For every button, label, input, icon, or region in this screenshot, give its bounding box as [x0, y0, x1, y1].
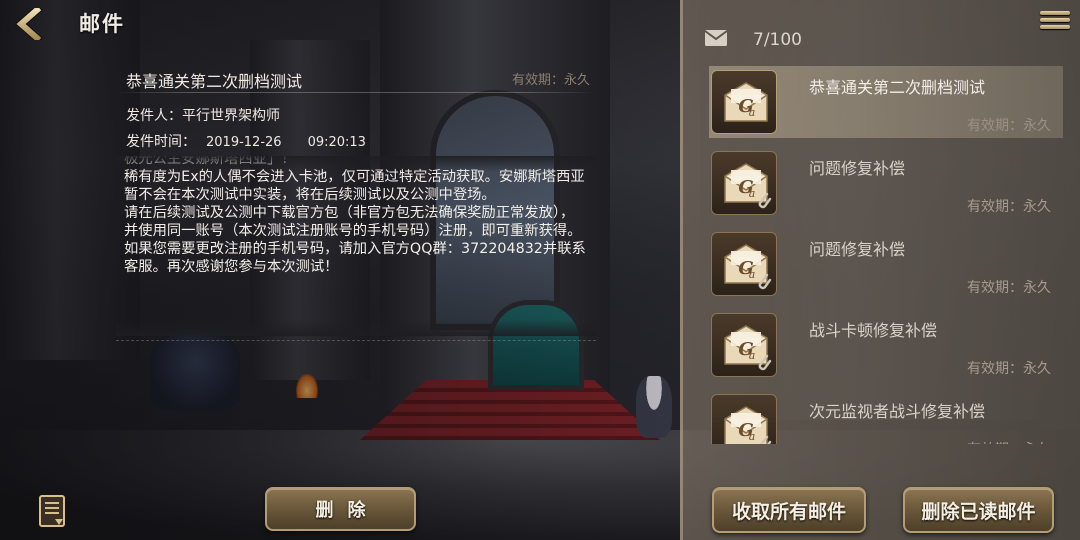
mail-list-item[interactable]: G a 问题修复补偿 有效期：永久 — [709, 228, 1063, 300]
mail-icon-frame: G a — [711, 313, 777, 377]
mail-list-item[interactable]: G a 恭喜通关第二次删档测试 有效期：永久 — [709, 66, 1063, 138]
menu-icon — [1040, 11, 1070, 29]
mail-subject: 恭喜通关第二次删档测试 — [126, 72, 303, 91]
delete-button[interactable]: 删除 — [265, 487, 416, 531]
divider — [116, 340, 596, 341]
sender-name: 平行世界架构师 — [182, 108, 280, 124]
mail-item-title: 战斗卡顿修复补偿 — [809, 321, 938, 340]
menu-button[interactable] — [1040, 8, 1070, 36]
mail-list[interactable]: G a 恭喜通关第二次删档测试 有效期：永久 G a 问题修复补偿 有效期：永久 — [709, 66, 1065, 444]
mail-item-title: 次元监视者战斗修复补偿 — [809, 402, 986, 421]
mail-item-title: 问题修复补偿 — [809, 159, 906, 178]
mail-list-item[interactable]: G a 问题修复补偿 有效期：永久 — [709, 147, 1063, 219]
mail-item-validity: 有效期：永久 — [967, 199, 1051, 215]
divider — [116, 92, 596, 93]
svg-text:a: a — [749, 430, 756, 443]
mail-envelope-icon: G a — [724, 82, 768, 122]
notes-icon — [39, 495, 65, 527]
mail-item-title: 恭喜通关第二次删档测试 — [809, 78, 986, 97]
mail-item-title: 问题修复补偿 — [809, 240, 906, 259]
svg-text:a: a — [749, 106, 756, 119]
send-time-label: 发件时间： — [126, 134, 196, 150]
mail-count: 7/100 — [753, 30, 802, 50]
mail-list-item[interactable]: G a 次元监视者战斗修复补偿 有效期：永久 — [709, 390, 1063, 444]
svg-text:a: a — [749, 187, 756, 200]
mail-item-validity: 有效期：永久 — [967, 439, 1051, 444]
paperclip-icon — [760, 435, 772, 444]
mail-body-scroll[interactable]: 极光公主安娜斯塔西亚」！ 稀有度为Ex的人偶不会进入卡池，仅可通过特定活动获取。… — [116, 156, 596, 336]
mailbox-panel: 7/100 G a 恭喜通关第二次删档测试 有效期：永久 G a 问题修复补偿 … — [680, 0, 1080, 540]
back-button[interactable] — [10, 6, 50, 42]
mail-icon-frame: G a — [711, 232, 777, 296]
mail-validity: 有效期：永久 — [511, 73, 590, 88]
notes-button[interactable] — [38, 494, 68, 528]
send-clock: 09:20:13 — [307, 135, 366, 150]
paperclip-icon — [758, 192, 772, 209]
mail-icon-frame: G a — [711, 151, 777, 215]
delete-read-button[interactable]: 删除已读邮件 — [903, 487, 1054, 533]
mail-list-item[interactable]: G a 战斗卡顿修复补偿 有效期：永久 — [709, 309, 1063, 381]
mail-item-validity: 有效期：永久 — [967, 280, 1051, 296]
collect-all-button[interactable]: 收取所有邮件 — [712, 487, 866, 533]
svg-text:a: a — [749, 268, 756, 281]
mail-icon-frame: G a — [711, 394, 777, 444]
page-title: 邮件 — [79, 12, 125, 36]
mail-body-text: 极光公主安娜斯塔西亚」！ 稀有度为Ex的人偶不会进入卡池，仅可通过特定活动获取。… — [124, 156, 586, 275]
mail-item-validity: 有效期：永久 — [967, 361, 1051, 377]
mail-item-validity: 有效期：永久 — [967, 118, 1051, 134]
envelope-icon — [704, 30, 728, 46]
send-date: 2019-12-26 — [206, 135, 282, 150]
sender-row: 发件人：平行世界架构师 — [126, 105, 280, 125]
paperclip-icon — [758, 273, 772, 290]
paperclip-icon — [758, 354, 772, 371]
sender-label: 发件人： — [126, 108, 182, 124]
mail-icon-frame: G a — [711, 70, 777, 134]
svg-text:a: a — [749, 349, 756, 362]
send-time-row: 发件时间： 2019-12-26 09:20:13 — [126, 131, 366, 151]
mail-detail-panel: 恭喜通关第二次删档测试 有效期：永久 发件人：平行世界架构师 发件时间： 2019… — [116, 58, 596, 344]
back-arrow-icon — [15, 8, 43, 40]
